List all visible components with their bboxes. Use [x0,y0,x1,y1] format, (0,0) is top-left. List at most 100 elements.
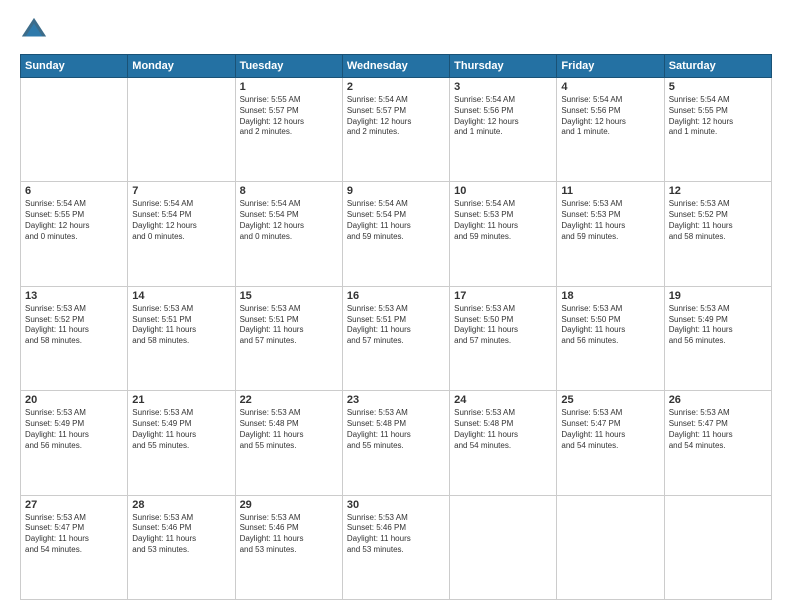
day-content: Sunrise: 5:53 AM Sunset: 5:47 PM Dayligh… [561,408,659,451]
calendar-cell: 26 Sunrise: 5:53 AM Sunset: 5:47 PM Dayli… [664,391,771,495]
day-content: Sunrise: 5:53 AM Sunset: 5:52 PM Dayligh… [25,304,123,347]
day-content: Sunrise: 5:54 AM Sunset: 5:57 PM Dayligh… [347,95,445,138]
day-content: Sunrise: 5:53 AM Sunset: 5:49 PM Dayligh… [132,408,230,451]
header [20,16,772,44]
calendar-cell: 14 Sunrise: 5:53 AM Sunset: 5:51 PM Dayli… [128,286,235,390]
day-number: 2 [347,81,445,93]
calendar-cell: 10Sunrise: 5:54 AM Sunset: 5:53 PM Dayli… [450,182,557,286]
day-content: Sunrise: 5:53 AM Sunset: 5:48 PM Dayligh… [454,408,552,451]
calendar-cell: 6 Sunrise: 5:54 AM Sunset: 5:55 PM Daylig… [21,182,128,286]
day-content: Sunrise: 5:54 AM Sunset: 5:55 PM Dayligh… [25,199,123,242]
day-content: Sunrise: 5:54 AM Sunset: 5:56 PM Dayligh… [454,95,552,138]
calendar-cell [21,78,128,182]
calendar-cell: 30 Sunrise: 5:53 AM Sunset: 5:46 PM Dayli… [342,495,449,599]
day-number: 21 [132,394,230,406]
day-number: 12 [669,185,767,197]
calendar-cell: 20 Sunrise: 5:53 AM Sunset: 5:49 PM Dayli… [21,391,128,495]
calendar-cell: 28 Sunrise: 5:53 AM Sunset: 5:46 PM Dayli… [128,495,235,599]
day-number: 22 [240,394,338,406]
calendar-cell [128,78,235,182]
page: SundayMondayTuesdayWednesdayThursdayFrid… [0,0,792,612]
calendar-cell: 13 Sunrise: 5:53 AM Sunset: 5:52 PM Dayli… [21,286,128,390]
day-content: Sunrise: 5:53 AM Sunset: 5:46 PM Dayligh… [240,513,338,556]
day-content: Sunrise: 5:53 AM Sunset: 5:47 PM Dayligh… [669,408,767,451]
calendar-cell: 15 Sunrise: 5:53 AM Sunset: 5:51 PM Dayli… [235,286,342,390]
day-content: Sunrise: 5:53 AM Sunset: 5:46 PM Dayligh… [347,513,445,556]
day-content: Sunrise: 5:54 AM Sunset: 5:54 PM Dayligh… [347,199,445,242]
day-number: 1 [240,81,338,93]
logo-icon [20,16,48,44]
day-content: Sunrise: 5:53 AM Sunset: 5:49 PM Dayligh… [669,304,767,347]
weekday-header-saturday: Saturday [664,55,771,78]
day-number: 9 [347,185,445,197]
day-content: Sunrise: 5:54 AM Sunset: 5:54 PM Dayligh… [132,199,230,242]
day-content: Sunrise: 5:53 AM Sunset: 5:50 PM Dayligh… [454,304,552,347]
day-number: 5 [669,81,767,93]
calendar-week-4: 20 Sunrise: 5:53 AM Sunset: 5:49 PM Dayli… [21,391,772,495]
day-content: Sunrise: 5:53 AM Sunset: 5:51 PM Dayligh… [132,304,230,347]
day-number: 24 [454,394,552,406]
calendar-week-1: 1 Sunrise: 5:55 AM Sunset: 5:57 PM Daylig… [21,78,772,182]
day-number: 3 [454,81,552,93]
calendar-cell: 8 Sunrise: 5:54 AM Sunset: 5:54 PM Daylig… [235,182,342,286]
day-number: 14 [132,290,230,302]
calendar-cell: 1 Sunrise: 5:55 AM Sunset: 5:57 PM Daylig… [235,78,342,182]
day-content: Sunrise: 5:54 AM Sunset: 5:56 PM Dayligh… [561,95,659,138]
day-number: 13 [25,290,123,302]
day-number: 20 [25,394,123,406]
day-content: Sunrise: 5:53 AM Sunset: 5:46 PM Dayligh… [132,513,230,556]
day-number: 4 [561,81,659,93]
calendar-cell: 2 Sunrise: 5:54 AM Sunset: 5:57 PM Daylig… [342,78,449,182]
day-number: 28 [132,499,230,511]
calendar-cell: 24 Sunrise: 5:53 AM Sunset: 5:48 PM Dayli… [450,391,557,495]
day-number: 15 [240,290,338,302]
weekday-header-row: SundayMondayTuesdayWednesdayThursdayFrid… [21,55,772,78]
calendar-cell: 3 Sunrise: 5:54 AM Sunset: 5:56 PM Daylig… [450,78,557,182]
day-content: Sunrise: 5:54 AM Sunset: 5:53 PM Dayligh… [454,199,552,242]
day-number: 8 [240,185,338,197]
calendar-cell: 17Sunrise: 5:53 AM Sunset: 5:50 PM Dayli… [450,286,557,390]
calendar-cell [557,495,664,599]
weekday-header-friday: Friday [557,55,664,78]
day-content: Sunrise: 5:53 AM Sunset: 5:51 PM Dayligh… [347,304,445,347]
calendar-cell: 16 Sunrise: 5:53 AM Sunset: 5:51 PM Dayli… [342,286,449,390]
calendar-cell: 29Sunrise: 5:53 AM Sunset: 5:46 PM Dayli… [235,495,342,599]
calendar-cell [450,495,557,599]
day-number: 19 [669,290,767,302]
day-number: 27 [25,499,123,511]
calendar-week-2: 6 Sunrise: 5:54 AM Sunset: 5:55 PM Daylig… [21,182,772,286]
calendar-table: SundayMondayTuesdayWednesdayThursdayFrid… [20,54,772,600]
day-number: 23 [347,394,445,406]
calendar-cell: 21 Sunrise: 5:53 AM Sunset: 5:49 PM Dayli… [128,391,235,495]
calendar-cell: 22 Sunrise: 5:53 AM Sunset: 5:48 PM Dayli… [235,391,342,495]
day-number: 7 [132,185,230,197]
weekday-header-wednesday: Wednesday [342,55,449,78]
day-number: 30 [347,499,445,511]
day-content: Sunrise: 5:54 AM Sunset: 5:54 PM Dayligh… [240,199,338,242]
day-content: Sunrise: 5:53 AM Sunset: 5:51 PM Dayligh… [240,304,338,347]
calendar-cell: 19 Sunrise: 5:53 AM Sunset: 5:49 PM Dayli… [664,286,771,390]
day-number: 11 [561,185,659,197]
day-number: 18 [561,290,659,302]
day-number: 25 [561,394,659,406]
day-number: 26 [669,394,767,406]
calendar-cell: 23 Sunrise: 5:53 AM Sunset: 5:48 PM Dayli… [342,391,449,495]
day-content: Sunrise: 5:53 AM Sunset: 5:48 PM Dayligh… [347,408,445,451]
day-content: Sunrise: 5:55 AM Sunset: 5:57 PM Dayligh… [240,95,338,138]
calendar-cell: 4 Sunrise: 5:54 AM Sunset: 5:56 PM Daylig… [557,78,664,182]
day-content: Sunrise: 5:53 AM Sunset: 5:53 PM Dayligh… [561,199,659,242]
day-content: Sunrise: 5:53 AM Sunset: 5:49 PM Dayligh… [25,408,123,451]
calendar-cell: 11 Sunrise: 5:53 AM Sunset: 5:53 PM Dayli… [557,182,664,286]
weekday-header-thursday: Thursday [450,55,557,78]
calendar-cell: 27 Sunrise: 5:53 AM Sunset: 5:47 PM Dayli… [21,495,128,599]
weekday-header-sunday: Sunday [21,55,128,78]
day-content: Sunrise: 5:53 AM Sunset: 5:50 PM Dayligh… [561,304,659,347]
day-number: 16 [347,290,445,302]
day-content: Sunrise: 5:53 AM Sunset: 5:48 PM Dayligh… [240,408,338,451]
calendar-week-3: 13 Sunrise: 5:53 AM Sunset: 5:52 PM Dayli… [21,286,772,390]
day-number: 6 [25,185,123,197]
day-content: Sunrise: 5:53 AM Sunset: 5:47 PM Dayligh… [25,513,123,556]
calendar-cell: 12Sunrise: 5:53 AM Sunset: 5:52 PM Dayli… [664,182,771,286]
weekday-header-monday: Monday [128,55,235,78]
calendar-cell: 18 Sunrise: 5:53 AM Sunset: 5:50 PM Dayli… [557,286,664,390]
